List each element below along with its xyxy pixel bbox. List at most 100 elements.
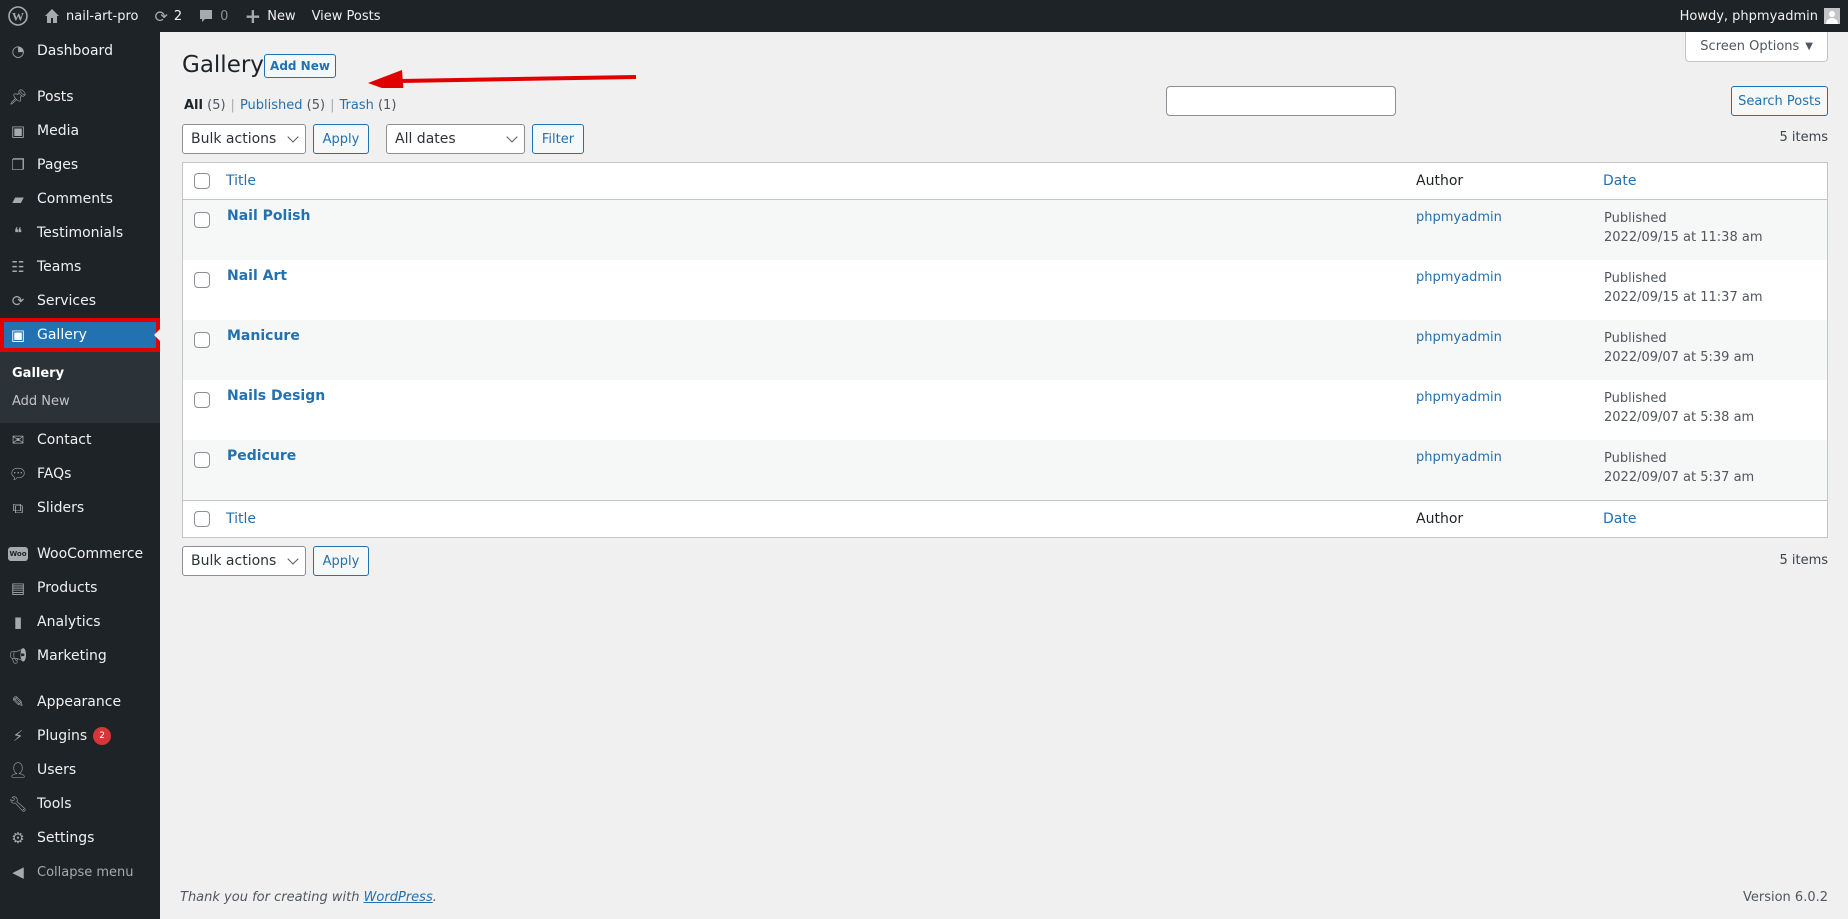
sidebar-item-label: WooCommerce	[37, 546, 144, 562]
bulk-actions-select-top[interactable]: Bulk actions	[182, 124, 306, 154]
row-checkbox[interactable]	[194, 392, 210, 408]
table-row: Nail Polish phpmyadmin Published 2022/09/15…	[183, 200, 1827, 260]
author-link[interactable]: phpmyadmin	[1416, 450, 1502, 465]
wordpress-link[interactable]: WordPress	[364, 890, 433, 905]
column-title-sort-bottom[interactable]: Title	[226, 511, 256, 527]
post-date: Published 2022/09/07 at 5:38 am	[1604, 389, 1754, 427]
filter-published[interactable]: Published (5)	[240, 98, 325, 113]
sidebar-item-contact[interactable]: ✉ Contact	[0, 423, 160, 457]
column-date-sort-bottom[interactable]: Date	[1603, 511, 1636, 527]
sidebar-item-label: FAQs	[37, 466, 72, 482]
sidebar-item-settings[interactable]: ⚙ Settings	[0, 821, 160, 855]
sidebar-item-posts[interactable]: 📌︎ Posts	[0, 80, 160, 114]
post-status: Published	[1604, 331, 1667, 346]
sidebar-item-pages[interactable]: ❐ Pages	[0, 148, 160, 182]
author-link[interactable]: phpmyadmin	[1416, 390, 1502, 405]
item-count-bottom: 5 items	[1779, 553, 1828, 568]
date-filter-select[interactable]: All dates	[386, 124, 525, 154]
sidebar-item-testimonials[interactable]: ❝ Testimonials	[0, 216, 160, 250]
table-row: Pedicure phpmyadmin Published 2022/09/07 at…	[183, 440, 1827, 500]
wordpress-logo-icon: W	[8, 6, 28, 26]
filter-trash[interactable]: Trash (1)	[339, 98, 396, 113]
sidebar-item-products[interactable]: ▤ Products	[0, 571, 160, 605]
apply-button-top[interactable]: Apply	[313, 124, 369, 154]
sidebar-item-sliders[interactable]: ⧉ Sliders	[0, 491, 160, 525]
post-title-link[interactable]: Manicure	[227, 328, 300, 344]
sidebar-item-services[interactable]: ⟳ Services	[0, 284, 160, 318]
submenu-item-gallery[interactable]: Gallery	[0, 359, 160, 387]
sidebar-item-faqs[interactable]: 💬︎ FAQs	[0, 457, 160, 491]
media-icon: ▣	[10, 326, 26, 344]
view-posts-link[interactable]: View Posts	[304, 0, 389, 32]
screen-options-button[interactable]: Screen Options ▼	[1685, 32, 1828, 62]
post-title-link[interactable]: Nails Design	[227, 388, 325, 404]
sidebar-item-dashboard[interactable]: ◔ Dashboard	[0, 34, 160, 68]
post-status: Published	[1604, 211, 1667, 226]
updates-link[interactable]: ⟳ 2	[146, 0, 190, 32]
search-posts-button[interactable]: Search Posts	[1731, 86, 1828, 116]
caret-down-icon: ▼	[1805, 41, 1813, 52]
select-all-checkbox[interactable]	[194, 173, 210, 189]
sidebar-item-label: Users	[37, 762, 77, 778]
column-date-sort[interactable]: Date	[1603, 173, 1636, 189]
sidebar-item-users[interactable]: 👤︎ Users	[0, 753, 160, 787]
version-text: Version 6.0.2	[1742, 890, 1828, 905]
post-title-link[interactable]: Nail Art	[227, 268, 287, 284]
select-all-checkbox-bottom[interactable]	[194, 511, 210, 527]
site-name-link[interactable]: nail-art-pro	[36, 0, 146, 32]
updates-count: 2	[173, 8, 183, 24]
apply-button-bottom[interactable]: Apply	[313, 546, 369, 576]
sidebar-item-gallery[interactable]: ▣ Gallery	[0, 318, 160, 352]
pin-icon: 📌︎	[8, 88, 28, 106]
row-checkbox[interactable]	[194, 332, 210, 348]
add-new-button[interactable]: Add New	[264, 54, 336, 78]
chevron-down-icon	[287, 131, 299, 143]
chevron-down-icon	[506, 131, 518, 143]
sidebar-item-label: Posts	[37, 89, 74, 105]
filter-published-count: (5)	[306, 98, 326, 113]
groups-icon: ☷	[11, 258, 25, 276]
filter-button[interactable]: Filter	[532, 124, 584, 154]
sidebar-item-label: Plugins	[37, 728, 88, 744]
author-link[interactable]: phpmyadmin	[1416, 330, 1502, 345]
sidebar-item-appearance[interactable]: ✎ Appearance	[0, 685, 160, 719]
sidebar-item-teams[interactable]: ☷ Teams	[0, 250, 160, 284]
sidebar-item-label: Pages	[37, 157, 79, 173]
sidebar-item-label: Analytics	[37, 614, 101, 630]
comments-link[interactable]: 0	[190, 0, 236, 32]
sidebar-item-label: Marketing	[37, 648, 107, 664]
post-title-link[interactable]: Pedicure	[227, 448, 296, 464]
author-link[interactable]: phpmyadmin	[1416, 210, 1502, 225]
post-datetime: 2022/09/07 at 5:39 am	[1604, 350, 1755, 365]
row-checkbox[interactable]	[194, 272, 210, 288]
post-title-link[interactable]: Nail Polish	[227, 208, 310, 224]
paintbrush-icon: ✎	[11, 693, 25, 711]
submenu-item-add-new[interactable]: Add New	[0, 387, 160, 415]
sidebar-item-comments[interactable]: ▰ Comments	[0, 182, 160, 216]
sidebar-item-marketing[interactable]: 📢︎ Marketing	[0, 639, 160, 673]
post-date: Published 2022/09/07 at 5:39 am	[1604, 329, 1754, 367]
sidebar-item-media[interactable]: ▣ Media	[0, 114, 160, 148]
row-checkbox[interactable]	[194, 212, 210, 228]
sidebar-item-label: Comments	[37, 191, 113, 207]
pages-icon: ❐	[11, 156, 25, 174]
column-title-sort[interactable]: Title	[226, 173, 256, 189]
my-account-link[interactable]: Howdy, phpmyadmin	[1680, 8, 1848, 24]
collapse-menu-button[interactable]: ◀ Collapse menu	[0, 855, 160, 889]
filter-all[interactable]: All (5)	[184, 98, 226, 113]
wordpress-logo-button[interactable]: W	[0, 0, 36, 32]
sidebar-item-plugins[interactable]: ⚡︎ Plugins 2	[0, 719, 160, 753]
sidebar-item-label: Contact	[37, 432, 92, 448]
sidebar-item-analytics[interactable]: ▮ Analytics	[0, 605, 160, 639]
item-count-top: 5 items	[1779, 130, 1828, 145]
new-content-link[interactable]: + New	[236, 0, 303, 32]
bulk-actions-select-bottom[interactable]: Bulk actions	[182, 546, 306, 576]
post-status: Published	[1604, 451, 1667, 466]
sidebar-item-woocommerce[interactable]: Woo WooCommerce	[0, 537, 160, 571]
chat-bubble-icon: 💬︎	[8, 465, 28, 483]
sidebar-item-label: Teams	[37, 259, 82, 275]
author-link[interactable]: phpmyadmin	[1416, 270, 1502, 285]
row-checkbox[interactable]	[194, 452, 210, 468]
search-input[interactable]	[1166, 86, 1396, 116]
sidebar-item-tools[interactable]: 🔧︎ Tools	[0, 787, 160, 821]
